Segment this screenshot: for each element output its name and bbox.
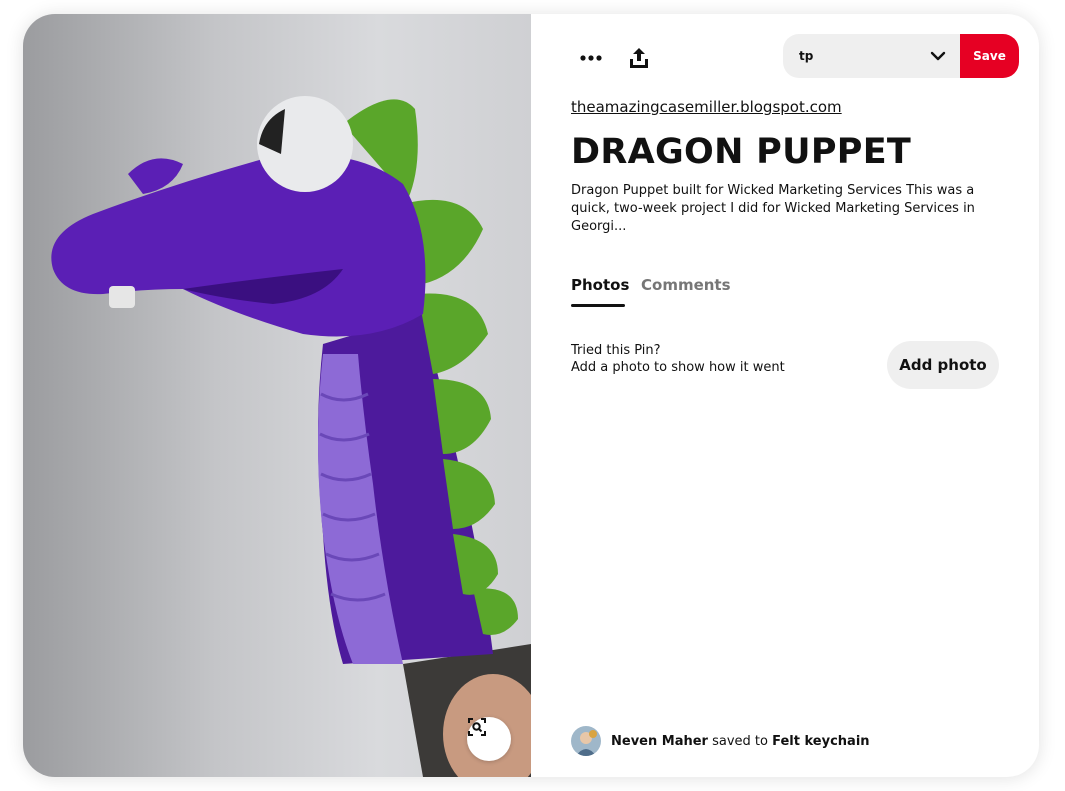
tab-photos[interactable]: Photos <box>571 276 629 294</box>
add-photo-button[interactable]: Add photo <box>887 341 999 389</box>
pin-title: DRAGON PUPPET <box>571 132 912 172</box>
tried-pin-subtitle: Add a photo to show how it went <box>571 360 785 375</box>
saved-board-link[interactable]: Felt keychain <box>772 734 869 749</box>
pin-details-panel: tp Save theamazingcasemiller.blogspot.co… <box>531 14 1039 777</box>
share-upload-icon <box>630 48 648 68</box>
active-tab-indicator <box>571 304 625 307</box>
pin-closeup-card: tp Save theamazingcasemiller.blogspot.co… <box>23 14 1039 777</box>
avatar[interactable] <box>571 726 601 756</box>
avatar-image <box>571 726 601 756</box>
tab-comments[interactable]: Comments <box>641 276 731 294</box>
more-options-button[interactable] <box>573 40 609 76</box>
more-horizontal-icon <box>580 55 602 61</box>
tried-pin-title: Tried this Pin? <box>571 343 661 358</box>
pin-image[interactable] <box>23 14 531 777</box>
visual-search-icon <box>468 718 486 736</box>
pin-description: Dragon Puppet built for Wicked Marketing… <box>571 183 975 234</box>
visual-search-button[interactable] <box>467 717 511 761</box>
saved-by-attribution: Neven Maher saved to Felt keychain <box>571 726 870 756</box>
source-link[interactable]: theamazingcasemiller.blogspot.com <box>571 98 842 116</box>
board-select-value: tp <box>799 49 814 63</box>
save-button[interactable]: Save <box>960 34 1019 78</box>
dragon-puppet-illustration <box>51 96 531 777</box>
board-select-dropdown[interactable]: tp <box>783 34 960 78</box>
chevron-down-icon <box>930 51 946 61</box>
tried-pin-prompt: Tried this Pin? Add a photo to show how … <box>571 342 785 376</box>
saved-action-text: saved to <box>712 733 768 749</box>
saver-name-link[interactable]: Neven Maher <box>611 734 708 749</box>
share-button[interactable] <box>621 40 657 76</box>
